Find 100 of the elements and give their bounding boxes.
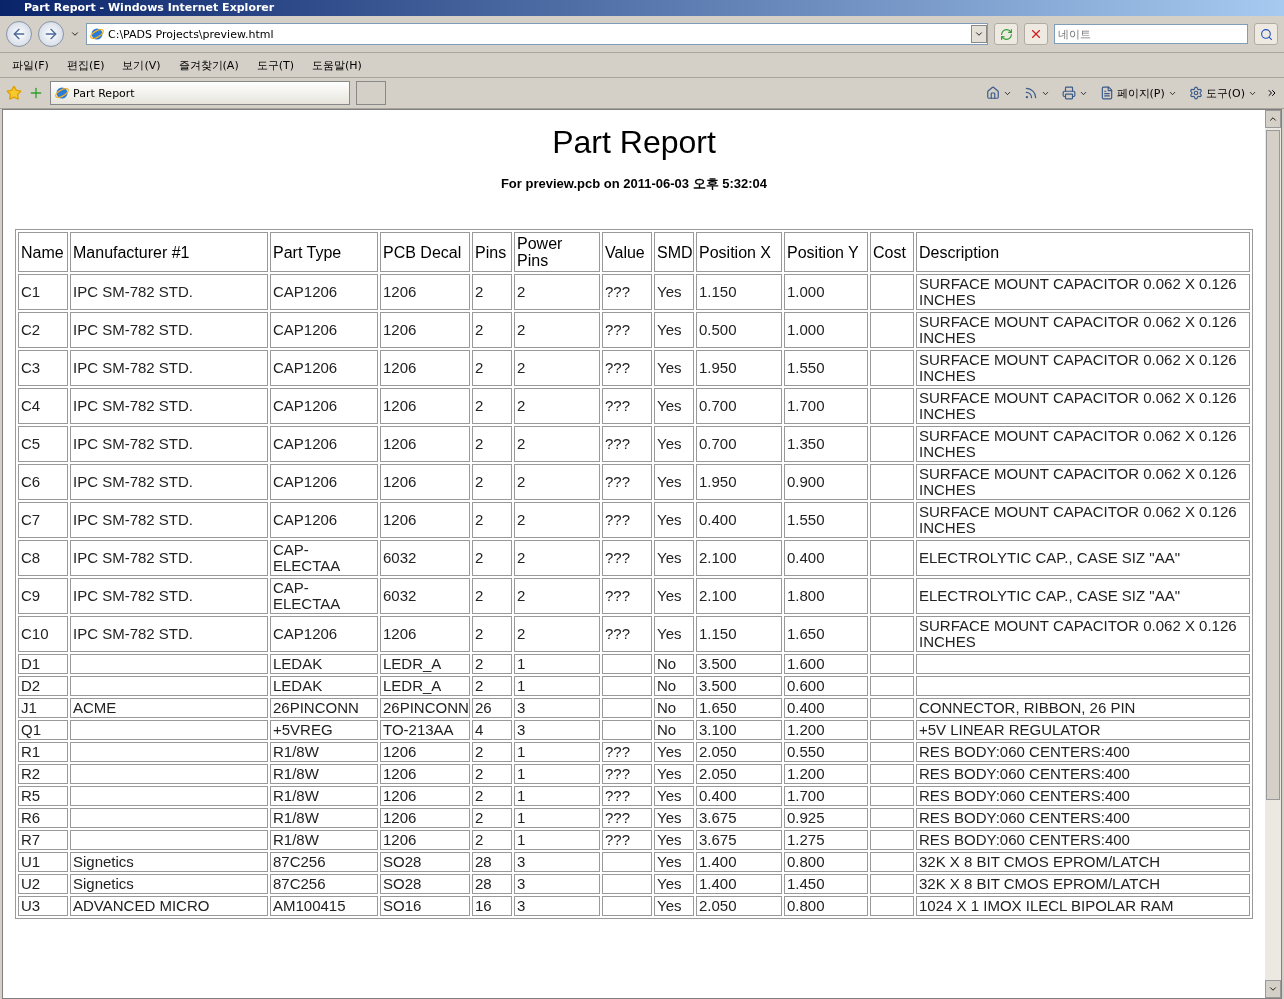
table-cell: 28 [472, 874, 512, 894]
table-cell: 1 [514, 742, 600, 762]
menu-item[interactable]: 즐겨찾기(A) [172, 55, 245, 75]
column-header: Manufacturer #1 [70, 232, 268, 272]
table-cell: 1.000 [784, 274, 868, 310]
table-cell: 6032 [380, 578, 470, 614]
menu-item[interactable]: 보기(V) [116, 55, 167, 75]
table-cell: ??? [602, 786, 652, 806]
table-cell: ??? [602, 502, 652, 538]
table-cell: Q1 [18, 720, 68, 740]
table-cell: 2 [472, 764, 512, 784]
table-cell: CAP1206 [270, 274, 378, 310]
menu-item[interactable]: 파일(F) [6, 55, 55, 75]
table-cell: SURFACE MOUNT CAPACITOR 0.062 X 0.126 INCHES [916, 312, 1250, 348]
table-cell: 3.500 [696, 654, 782, 674]
table-cell: CAP-ELECTAA [270, 578, 378, 614]
address-dropdown-button[interactable] [971, 25, 987, 43]
table-cell: AM100415 [270, 896, 378, 916]
scrollbar[interactable] [1265, 110, 1281, 998]
caret-icon [974, 29, 984, 39]
table-cell: IPC SM-782 STD. [70, 312, 268, 348]
table-cell: J1 [18, 698, 68, 718]
add-favorite-icon[interactable] [28, 85, 44, 101]
table-cell: CAP1206 [270, 312, 378, 348]
search-field[interactable]: 네이트 [1054, 24, 1248, 44]
browser-tab[interactable]: Part Report [50, 81, 350, 105]
table-cell: 1206 [380, 830, 470, 850]
table-cell: C9 [18, 578, 68, 614]
table-cell: CAP1206 [270, 616, 378, 652]
refresh-button[interactable] [994, 23, 1018, 45]
close-icon [1029, 27, 1043, 41]
table-cell: 1.600 [784, 654, 868, 674]
table-cell: Yes [654, 274, 694, 310]
table-cell: 0.600 [784, 676, 868, 696]
table-cell: 2 [472, 502, 512, 538]
table-cell: ??? [602, 616, 652, 652]
ie-logo-icon [90, 27, 104, 41]
ie-logo-icon [55, 86, 69, 100]
table-cell: RES BODY:060 CENTERS:400 [916, 742, 1250, 762]
table-cell: R6 [18, 808, 68, 828]
table-cell: 2 [514, 350, 600, 386]
history-dropdown-icon[interactable] [70, 29, 80, 39]
page-button[interactable]: 페이지(P) [1096, 85, 1180, 101]
table-cell: 2 [472, 578, 512, 614]
more-chevron-icon[interactable] [1266, 87, 1278, 99]
column-header: Cost [870, 232, 914, 272]
table-cell: 1.400 [696, 874, 782, 894]
search-button[interactable] [1254, 23, 1278, 45]
table-cell: SURFACE MOUNT CAPACITOR 0.062 X 0.126 INCHES [916, 426, 1250, 462]
table-cell: 0.400 [784, 540, 868, 576]
table-cell: C10 [18, 616, 68, 652]
table-cell: 1.275 [784, 830, 868, 850]
table-cell: 3 [514, 896, 600, 916]
tools-button[interactable]: 도구(O) [1185, 85, 1260, 101]
table-cell: IPC SM-782 STD. [70, 502, 268, 538]
menu-item[interactable]: 편집(E) [60, 55, 111, 75]
home-icon [985, 86, 1000, 100]
forward-button[interactable] [38, 21, 64, 47]
table-cell: 0.400 [696, 502, 782, 538]
table-cell: 1.950 [696, 350, 782, 386]
menu-item[interactable]: 도움말(H) [306, 55, 368, 75]
table-cell: SURFACE MOUNT CAPACITOR 0.062 X 0.126 INCHES [916, 464, 1250, 500]
back-button[interactable] [6, 21, 32, 47]
table-cell: R1/8W [270, 764, 378, 784]
table-cell: ??? [602, 830, 652, 850]
table-cell: ??? [602, 350, 652, 386]
menu-item[interactable]: 도구(T) [250, 55, 300, 75]
table-cell: 1 [514, 654, 600, 674]
table-cell: ??? [602, 426, 652, 462]
table-cell: 1.550 [784, 350, 868, 386]
table-cell: IPC SM-782 STD. [70, 274, 268, 310]
table-cell: 2 [472, 808, 512, 828]
table-cell: U1 [18, 852, 68, 872]
table-cell: SO28 [380, 852, 470, 872]
table-cell: 26PINCONN [380, 698, 470, 718]
stop-button[interactable] [1024, 23, 1048, 45]
table-cell: 16 [472, 896, 512, 916]
table-cell: 1.700 [784, 388, 868, 424]
report-title: Part Report [551, 124, 717, 161]
new-tab-button[interactable] [356, 81, 386, 105]
table-cell: No [654, 698, 694, 718]
table-cell: Yes [654, 540, 694, 576]
table-cell: Yes [654, 742, 694, 762]
table-cell: 1206 [380, 742, 470, 762]
favorites-star-icon[interactable] [6, 85, 22, 101]
table-cell: 1.150 [696, 274, 782, 310]
table-cell: 4 [472, 720, 512, 740]
table-cell: Yes [654, 502, 694, 538]
table-cell: ??? [602, 808, 652, 828]
table-cell: IPC SM-782 STD. [70, 540, 268, 576]
table-cell: Signetics [70, 874, 268, 894]
table-cell: 2 [472, 426, 512, 462]
feeds-icon [1023, 86, 1038, 100]
table-cell: 32K X 8 BIT CMOS EPROM/LATCH [916, 852, 1250, 872]
address-field[interactable]: C:\PADS Projects\preview.html [86, 23, 988, 45]
table-cell: Yes [654, 350, 694, 386]
table-cell: +5V LINEAR REGULATOR [916, 720, 1250, 740]
table-cell: D1 [18, 654, 68, 674]
table-cell: U2 [18, 874, 68, 894]
table-cell: Yes [654, 830, 694, 850]
